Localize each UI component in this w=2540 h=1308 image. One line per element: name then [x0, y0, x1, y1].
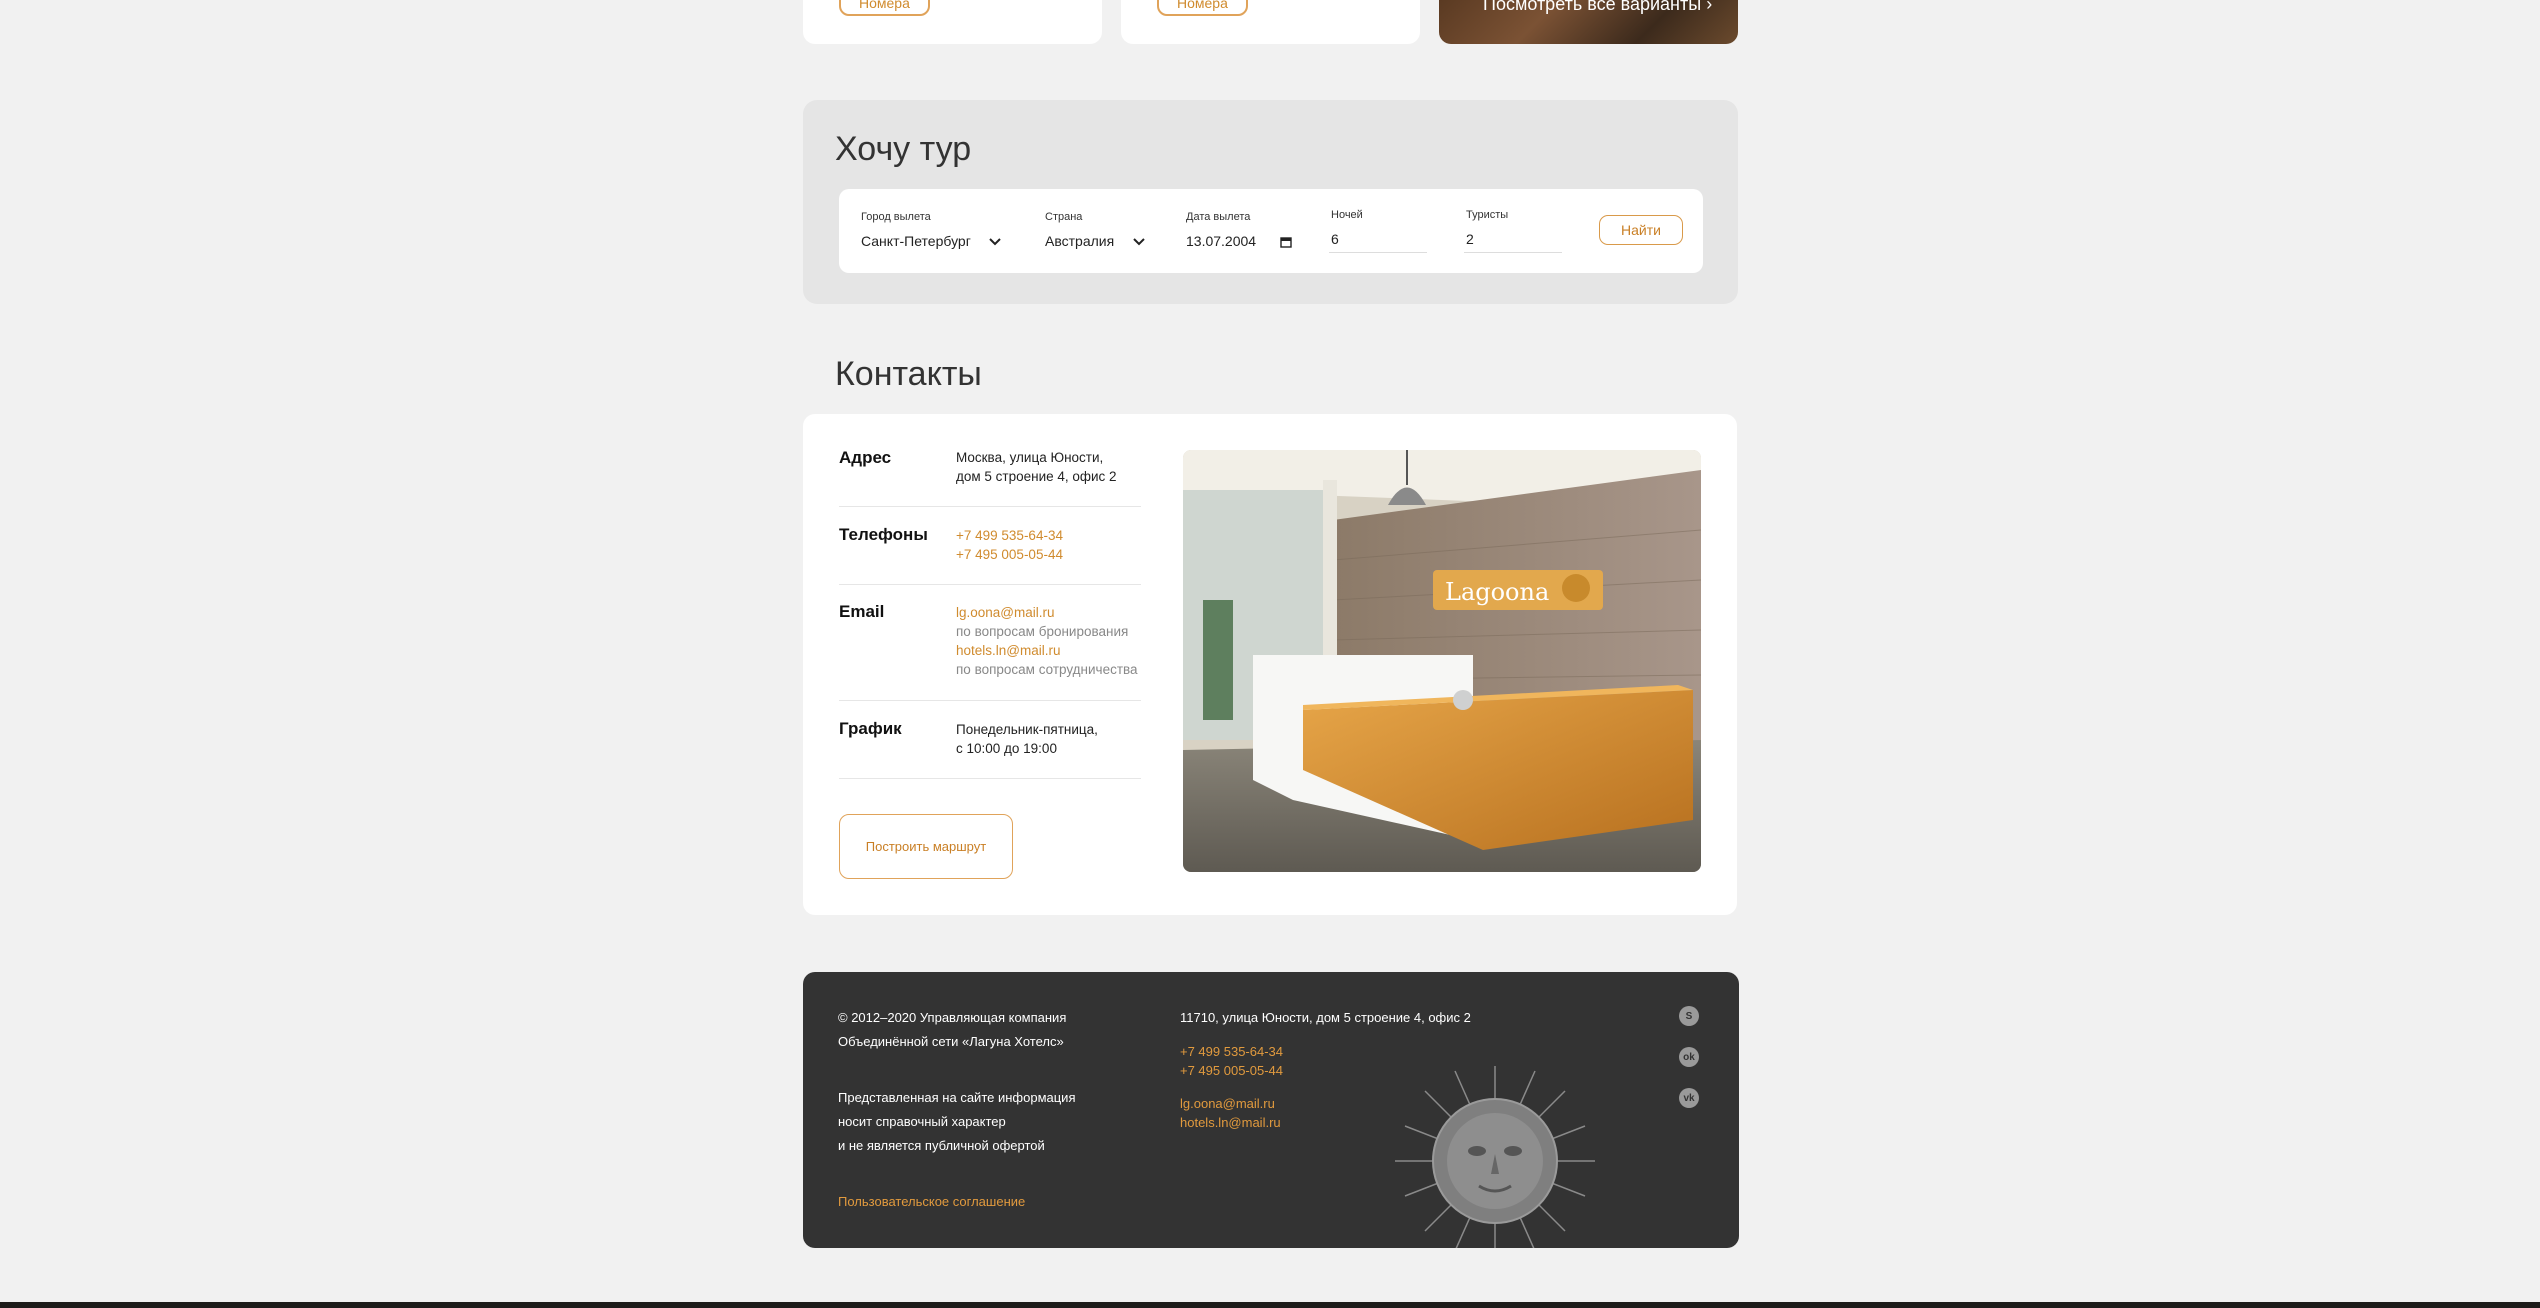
- phone-link[interactable]: +7 499 535-64-34: [956, 526, 1063, 545]
- phones-label: Телефоны: [839, 525, 928, 544]
- email-note: по вопросам сотрудничества: [956, 662, 1138, 677]
- disclaimer: Представленная на сайте информация носит…: [838, 1090, 1076, 1153]
- tour-title: Хочу тур: [835, 130, 972, 168]
- rooms-button[interactable]: Номера: [839, 0, 930, 16]
- footer-emails: lg.oona@mail.ru hotels.ln@mail.ru: [1180, 1094, 1281, 1132]
- email-note: по вопросам бронирования: [956, 624, 1129, 639]
- email-label: Email: [839, 602, 885, 621]
- office-reception-photo: Lagoona: [1183, 450, 1701, 872]
- footer-phones: +7 499 535-64-34 +7 495 005-05-44: [1180, 1042, 1283, 1080]
- city-label: Город вылета: [861, 211, 931, 223]
- copyright: © 2012–2020 Управляющая компания Объедин…: [838, 1010, 1067, 1049]
- schedule-label: График: [839, 719, 902, 738]
- sign-text: Lagoona: [1445, 578, 1549, 606]
- rooms-button[interactable]: Номера: [1157, 0, 1248, 16]
- chevron-down-icon: [989, 238, 1001, 246]
- phone-link[interactable]: +7 495 005-05-44: [1180, 1061, 1283, 1080]
- sun-emblem-icon: [1395, 1066, 1595, 1248]
- date-label: Дата вылета: [1186, 211, 1251, 223]
- odnoklassniki-icon[interactable]: ok: [1679, 1047, 1699, 1067]
- tourists-label: Туристы: [1466, 209, 1509, 221]
- tour-search-section: Хочу тур Город вылета Санкт-Петербург Ст…: [803, 100, 1738, 304]
- contacts-title: Контакты: [835, 355, 982, 393]
- country-label: Страна: [1045, 211, 1083, 223]
- page-bottom-strip: [0, 1302, 2540, 1308]
- chevron-right-icon: ›: [1706, 0, 1713, 14]
- tourists-input[interactable]: 2: [1466, 231, 1474, 247]
- footer-address: 11710, улица Юности, дом 5 строение 4, о…: [1180, 1010, 1471, 1025]
- vk-icon[interactable]: vk: [1679, 1088, 1699, 1108]
- room-card-1: Номера: [803, 0, 1102, 44]
- tour-search-form: Город вылета Санкт-Петербург Страна Авст…: [839, 189, 1703, 273]
- date-input[interactable]: 13.07.2004: [1186, 233, 1256, 249]
- build-route-button[interactable]: Построить маршрут: [839, 814, 1013, 879]
- tourists-underline: [1464, 252, 1562, 253]
- schedule-value: Понедельник-пятница, с 10:00 до 19:00: [956, 722, 1098, 756]
- divider: [839, 506, 1141, 507]
- site-footer: © 2012–2020 Управляющая компания Объедин…: [803, 972, 1739, 1248]
- chevron-down-icon: [1133, 238, 1145, 246]
- user-agreement-link[interactable]: Пользовательское соглашение: [838, 1192, 1025, 1211]
- all-options-link[interactable]: Посмотреть все варианты ›: [1483, 0, 1712, 15]
- email-link[interactable]: lg.oona@mail.ru: [956, 603, 1138, 622]
- email-link[interactable]: hotels.ln@mail.ru: [956, 641, 1138, 660]
- office-illustration: Lagoona: [1183, 450, 1701, 872]
- city-select[interactable]: Санкт-Петербург: [861, 233, 971, 249]
- address-value: Москва, улица Юности, дом 5 строение 4, …: [956, 450, 1117, 484]
- all-options-card[interactable]: Посмотреть все варианты ›: [1439, 0, 1738, 44]
- contacts-card: Адрес Москва, улица Юности, дом 5 строен…: [803, 414, 1737, 915]
- find-button[interactable]: Найти: [1599, 215, 1683, 245]
- email-link[interactable]: lg.oona@mail.ru: [1180, 1094, 1281, 1113]
- divider: [839, 584, 1141, 585]
- country-select[interactable]: Австралия: [1045, 233, 1114, 249]
- divider: [839, 700, 1141, 701]
- email-value: lg.oona@mail.ru по вопросам бронирования…: [956, 603, 1138, 679]
- phone-link[interactable]: +7 495 005-05-44: [956, 545, 1063, 564]
- email-link[interactable]: hotels.ln@mail.ru: [1180, 1113, 1281, 1132]
- address-label: Адрес: [839, 448, 892, 467]
- phones-value: +7 499 535-64-34 +7 495 005-05-44: [956, 526, 1063, 564]
- skype-icon[interactable]: S: [1679, 1006, 1699, 1026]
- phone-link[interactable]: +7 499 535-64-34: [1180, 1042, 1283, 1061]
- room-card-2: Номера: [1121, 0, 1420, 44]
- nights-underline: [1329, 252, 1427, 253]
- divider: [839, 778, 1141, 779]
- nights-input[interactable]: 6: [1331, 231, 1339, 247]
- calendar-icon[interactable]: [1280, 236, 1292, 248]
- nights-label: Ночей: [1331, 209, 1363, 221]
